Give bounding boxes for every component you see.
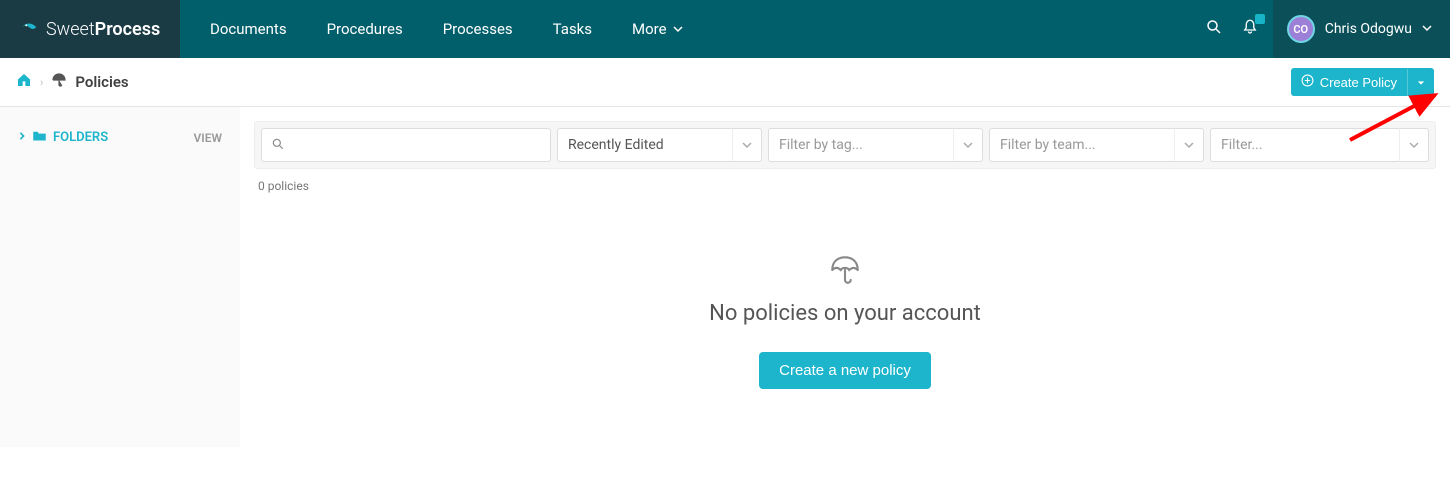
policy-count: 0 policies (254, 169, 1436, 203)
chevron-down-icon (1174, 128, 1204, 162)
filter-team-dropdown[interactable]: Filter by team... (989, 128, 1204, 162)
filter-generic-value: Filter... (1210, 128, 1399, 162)
breadcrumb-separator: › (40, 76, 43, 89)
search-input[interactable] (261, 128, 551, 162)
sort-dropdown[interactable]: Recently Edited (557, 128, 762, 162)
filter-generic-dropdown[interactable]: Filter... (1210, 128, 1429, 162)
umbrella-icon (51, 72, 67, 92)
breadcrumb-bar: › Policies Create Policy (0, 58, 1450, 107)
home-icon[interactable] (16, 72, 32, 92)
create-policy-dropdown[interactable] (1407, 69, 1434, 96)
content-area: FOLDERS VIEW Recently Edited Filter by t… (0, 107, 1450, 447)
sidebar: FOLDERS VIEW (0, 107, 240, 447)
user-name: Chris Odogwu (1325, 21, 1412, 37)
umbrella-icon (254, 253, 1436, 291)
breadcrumb: › Policies (16, 72, 129, 92)
nav-processes[interactable]: Processes (423, 0, 533, 58)
filter-tag-dropdown[interactable]: Filter by tag... (768, 128, 983, 162)
filter-bar: Recently Edited Filter by tag... Filter … (254, 121, 1436, 169)
create-policy-button[interactable]: Create Policy (1291, 68, 1434, 96)
nav-more-label: More (632, 20, 667, 38)
logo-text: SweetProcess (46, 19, 160, 40)
search-icon (1205, 18, 1223, 40)
user-menu[interactable]: CO Chris Odogwu (1273, 0, 1450, 58)
search-button[interactable] (1205, 18, 1223, 40)
sort-value: Recently Edited (557, 128, 732, 162)
folder-icon (32, 129, 47, 146)
plus-circle-icon (1301, 74, 1314, 90)
empty-state: No policies on your account Create a new… (254, 203, 1436, 419)
empty-title: No policies on your account (254, 301, 1436, 326)
logo[interactable]: SweetProcess (0, 0, 180, 58)
chevron-down-icon (953, 128, 983, 162)
chevron-down-icon (1399, 128, 1429, 162)
notification-badge (1255, 14, 1265, 24)
search-icon (271, 137, 285, 155)
avatar: CO (1287, 15, 1315, 43)
create-policy-label: Create Policy (1320, 75, 1397, 90)
filter-tag-value: Filter by tag... (768, 128, 953, 162)
filter-team-value: Filter by team... (989, 128, 1174, 162)
nav-more[interactable]: More (612, 0, 703, 58)
main-header: SweetProcess Documents Procedures Proces… (0, 0, 1450, 58)
chevron-down-icon (673, 20, 683, 38)
caret-down-icon (1417, 79, 1425, 87)
nav-tasks[interactable]: Tasks (533, 0, 612, 58)
main-nav: Documents Procedures Processes Tasks Mor… (180, 0, 703, 58)
page-title: Policies (75, 73, 128, 91)
nav-documents[interactable]: Documents (190, 0, 307, 58)
folders-toggle[interactable]: FOLDERS (18, 129, 108, 146)
search-box (261, 128, 551, 162)
chevron-right-icon (18, 130, 26, 145)
folders-label: FOLDERS (53, 130, 108, 145)
header-actions (1205, 18, 1273, 40)
view-button[interactable]: VIEW (193, 131, 222, 145)
main-panel: Recently Edited Filter by tag... Filter … (240, 107, 1450, 447)
chevron-down-icon (1422, 21, 1432, 37)
notifications-button[interactable] (1241, 18, 1259, 40)
create-new-policy-button[interactable]: Create a new policy (759, 352, 931, 389)
nav-procedures[interactable]: Procedures (307, 0, 423, 58)
logo-icon (18, 18, 40, 40)
chevron-down-icon (732, 128, 762, 162)
